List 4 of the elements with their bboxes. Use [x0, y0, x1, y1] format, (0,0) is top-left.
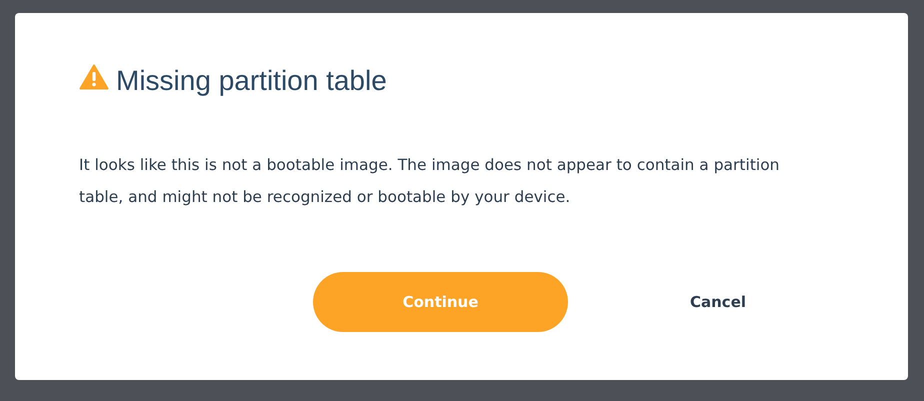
dialog-title: Missing partition table [116, 65, 387, 97]
dialog-message: It looks like this is not a bootable image. The image does not appear to contain a partition table, and might not be recognized or bootable by your device. [79, 155, 781, 208]
cancel-button[interactable]: Cancel [690, 293, 746, 311]
warning-icon [79, 64, 109, 90]
